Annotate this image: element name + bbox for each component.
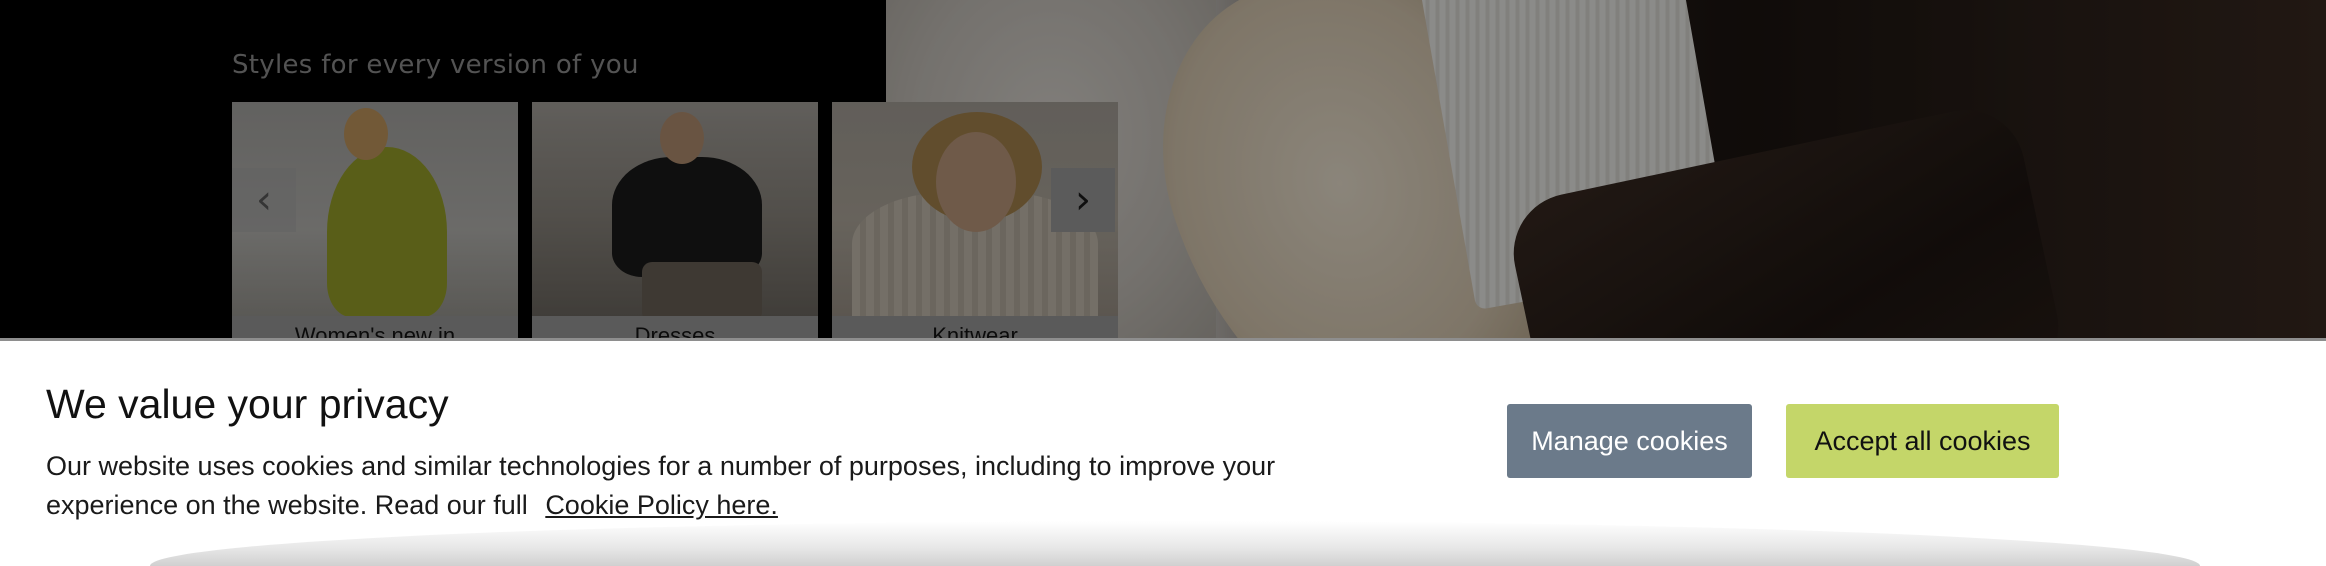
cookie-policy-link[interactable]: Cookie Policy here. — [545, 490, 778, 520]
cookie-banner-title: We value your privacy — [46, 381, 449, 427]
modal-overlay — [0, 0, 2326, 340]
manage-cookies-button[interactable]: Manage cookies — [1507, 404, 1752, 478]
banner-shadow — [150, 521, 2200, 566]
cookie-banner-text: Our website uses cookies and similar tec… — [46, 447, 1306, 525]
accept-all-cookies-button[interactable]: Accept all cookies — [1786, 404, 2059, 478]
hero-section: Styles for every version of you Women's … — [0, 0, 2326, 340]
cookie-banner: We value your privacy Our website uses c… — [0, 341, 2326, 566]
